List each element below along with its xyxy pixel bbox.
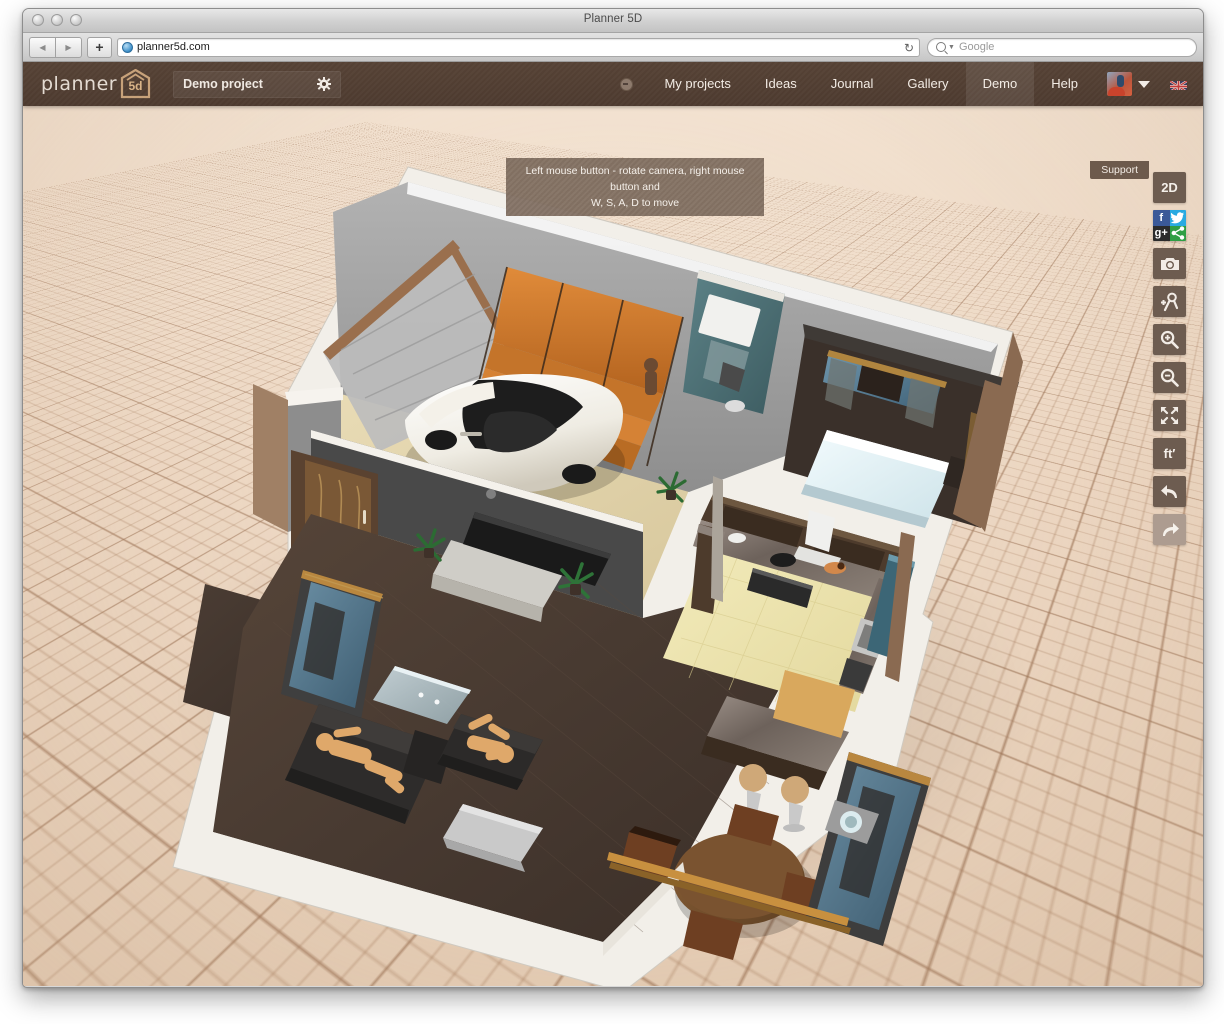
united-kingdom-flag-icon[interactable] (1170, 79, 1187, 90)
browser-toolbar: ◀ ▶ + planner5d.com ↻ ▼ Google (23, 33, 1203, 62)
screenshot-button[interactable] (1153, 248, 1186, 279)
twitter-icon[interactable] (1170, 210, 1187, 226)
nav-item-my-projects[interactable]: My projects (647, 62, 747, 106)
google-plus-icon[interactable]: g+ (1153, 226, 1170, 242)
chevron-down-icon[interactable]: ▼ (948, 44, 955, 51)
svg-text:5d: 5d (129, 79, 143, 93)
facebook-icon[interactable]: f (1153, 210, 1170, 226)
view-2d-button[interactable]: 2D (1153, 172, 1186, 203)
app-header: planner 5d Demo project (23, 62, 1203, 106)
right-toolbar: 2D f g+ (1153, 172, 1186, 545)
forward-button[interactable]: ▶ (55, 37, 82, 58)
nav-item-journal[interactable]: Journal (814, 62, 891, 106)
search-input[interactable]: ▼ Google (927, 38, 1197, 57)
nav-item-demo[interactable]: Demo (966, 62, 1035, 106)
avatar[interactable] (1107, 72, 1132, 96)
project-name-field[interactable]: Demo project (173, 71, 341, 98)
redo-button[interactable] (1153, 514, 1186, 545)
screenshot-root: Planner 5D ◀ ▶ + planner5d.com ↻ ▼ Googl… (0, 0, 1224, 1024)
minus-circle-icon (620, 78, 633, 91)
planner5d-logo[interactable]: planner 5d (41, 69, 151, 99)
camera-controls-tooltip: Left mouse button - rotate camera, right… (506, 158, 764, 216)
project-name-text: Demo project (183, 77, 263, 91)
mannequin-garage (644, 358, 658, 395)
fullscreen-button[interactable] (1153, 400, 1186, 431)
tooltip-line-2: W, S, A, D to move (514, 195, 756, 211)
zoom-in-button[interactable] (1153, 324, 1186, 355)
window-title: Planner 5D (23, 13, 1203, 25)
back-button[interactable]: ◀ (29, 37, 55, 58)
chevron-down-icon[interactable] (1138, 81, 1150, 88)
collapse-toggle[interactable] (606, 62, 647, 106)
app-viewport[interactable]: planner 5d Demo project (23, 62, 1203, 986)
nav-item-ideas[interactable]: Ideas (748, 62, 814, 106)
address-bar[interactable]: planner5d.com ↻ (117, 38, 920, 57)
nav-item-gallery[interactable]: Gallery (890, 62, 965, 106)
nav-item-help[interactable]: Help (1034, 62, 1095, 106)
add-person-button[interactable] (1153, 286, 1186, 317)
search-placeholder: Google (959, 41, 994, 53)
search-icon (936, 42, 946, 52)
undo-button[interactable] (1153, 476, 1186, 507)
social-share-group[interactable]: f g+ (1153, 210, 1186, 241)
browser-titlebar: Planner 5D (23, 9, 1203, 33)
share-icon[interactable] (1170, 226, 1187, 242)
account-menu[interactable] (1095, 72, 1156, 96)
address-bar-url: planner5d.com (137, 41, 210, 53)
tooltip-line-1: Left mouse button - rotate camera, right… (514, 163, 756, 195)
main-navigation: My projects Ideas Journal Gallery Demo H… (606, 62, 1203, 106)
gear-icon[interactable] (317, 77, 331, 91)
zoom-out-button[interactable] (1153, 362, 1186, 393)
globe-icon (122, 42, 133, 53)
navigation-buttons: ◀ ▶ (29, 37, 82, 58)
browser-window: Planner 5D ◀ ▶ + planner5d.com ↻ ▼ Googl… (22, 8, 1204, 988)
new-tab-button[interactable]: + (87, 37, 112, 58)
units-button[interactable]: ft′ (1153, 438, 1186, 469)
support-button[interactable]: Support (1090, 161, 1149, 179)
logo-house-badge: 5d (120, 69, 151, 99)
logo-wordmark: planner (41, 73, 117, 95)
reload-icon[interactable]: ↻ (904, 41, 914, 55)
